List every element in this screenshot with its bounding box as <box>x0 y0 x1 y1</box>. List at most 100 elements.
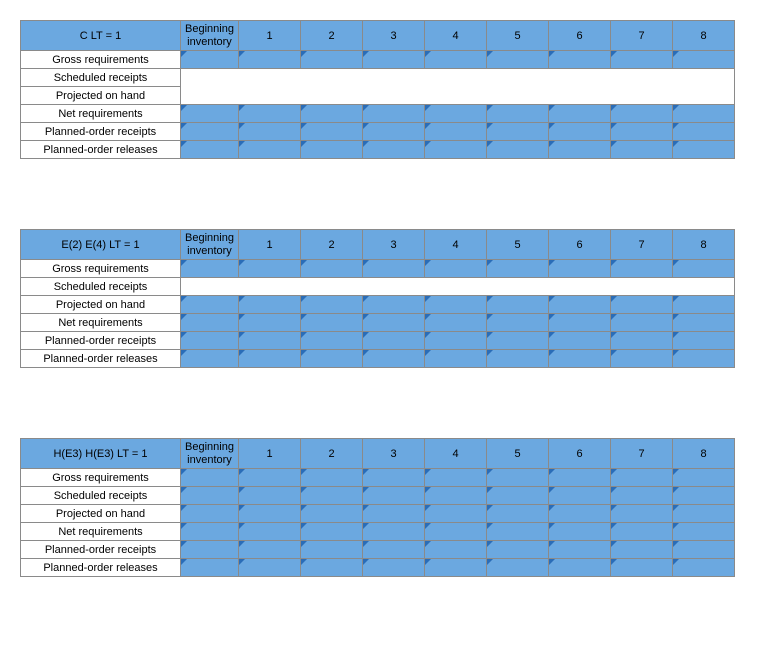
data-cell <box>487 350 549 368</box>
data-cell <box>611 296 673 314</box>
col-period: 4 <box>425 230 487 260</box>
data-cell <box>487 332 549 350</box>
data-cell <box>363 296 425 314</box>
data-cell <box>487 260 549 278</box>
data-cell <box>611 314 673 332</box>
col-period: 1 <box>239 439 301 469</box>
mrp-tables-container: C LT = 1Beginning inventory12345678Gross… <box>20 20 747 577</box>
data-cell <box>301 541 363 559</box>
data-cell <box>549 141 611 159</box>
data-cell <box>611 505 673 523</box>
data-cell <box>363 350 425 368</box>
data-cell <box>425 487 487 505</box>
row-label: Gross requirements <box>21 469 181 487</box>
col-period: 2 <box>301 21 363 51</box>
data-cell <box>487 141 549 159</box>
col-period: 8 <box>673 230 735 260</box>
data-cell <box>301 296 363 314</box>
data-cell <box>673 51 735 69</box>
table-title: E(2) E(4) LT = 1 <box>21 230 181 260</box>
data-cell <box>611 541 673 559</box>
row-label: Net requirements <box>21 105 181 123</box>
data-cell <box>301 505 363 523</box>
merged-blank-area <box>181 69 735 105</box>
data-cell <box>181 469 239 487</box>
data-cell <box>301 350 363 368</box>
data-cell <box>611 487 673 505</box>
data-cell <box>487 51 549 69</box>
col-period: 5 <box>487 439 549 469</box>
data-cell <box>301 469 363 487</box>
data-cell <box>181 141 239 159</box>
data-cell <box>611 105 673 123</box>
col-beginning-inventory: Beginning inventory <box>181 230 239 260</box>
data-cell <box>425 559 487 577</box>
data-cell <box>673 123 735 141</box>
col-period: 5 <box>487 230 549 260</box>
data-cell <box>487 314 549 332</box>
data-cell <box>425 332 487 350</box>
data-cell <box>549 123 611 141</box>
data-cell <box>487 505 549 523</box>
data-cell <box>363 141 425 159</box>
data-cell <box>425 260 487 278</box>
row-label: Gross requirements <box>21 260 181 278</box>
data-cell <box>363 487 425 505</box>
data-cell <box>425 296 487 314</box>
data-cell <box>239 296 301 314</box>
col-period: 6 <box>549 21 611 51</box>
data-cell <box>181 559 239 577</box>
data-cell <box>549 314 611 332</box>
data-cell <box>673 296 735 314</box>
data-cell <box>425 314 487 332</box>
data-cell <box>487 469 549 487</box>
data-cell <box>301 332 363 350</box>
data-cell <box>239 105 301 123</box>
data-cell <box>673 141 735 159</box>
data-cell <box>239 51 301 69</box>
row-label: Scheduled receipts <box>21 69 181 87</box>
data-cell <box>181 51 239 69</box>
data-cell <box>611 469 673 487</box>
data-cell <box>549 487 611 505</box>
data-cell <box>487 523 549 541</box>
data-cell <box>549 350 611 368</box>
row-label: Gross requirements <box>21 51 181 69</box>
data-cell <box>673 523 735 541</box>
data-cell <box>549 260 611 278</box>
data-cell <box>363 523 425 541</box>
data-cell <box>181 350 239 368</box>
col-period: 8 <box>673 439 735 469</box>
data-cell <box>181 123 239 141</box>
data-cell <box>487 123 549 141</box>
data-cell <box>363 332 425 350</box>
col-period: 3 <box>363 230 425 260</box>
col-period: 7 <box>611 21 673 51</box>
row-label: Planned-order receipts <box>21 123 181 141</box>
data-cell <box>301 105 363 123</box>
data-cell <box>181 332 239 350</box>
data-cell <box>239 141 301 159</box>
col-period: 5 <box>487 21 549 51</box>
data-cell <box>181 505 239 523</box>
data-cell <box>181 260 239 278</box>
data-cell <box>611 51 673 69</box>
data-cell <box>487 105 549 123</box>
col-beginning-inventory: Beginning inventory <box>181 439 239 469</box>
mrp-table: C LT = 1Beginning inventory12345678Gross… <box>20 20 735 159</box>
data-cell <box>549 469 611 487</box>
col-period: 7 <box>611 230 673 260</box>
data-cell <box>363 105 425 123</box>
col-period: 8 <box>673 21 735 51</box>
row-label: Projected on hand <box>21 87 181 105</box>
data-cell <box>549 51 611 69</box>
row-label: Net requirements <box>21 314 181 332</box>
data-cell <box>239 260 301 278</box>
data-cell <box>673 559 735 577</box>
merged-blank-area <box>181 278 735 296</box>
data-cell <box>181 296 239 314</box>
data-cell <box>363 559 425 577</box>
data-cell <box>239 559 301 577</box>
data-cell <box>487 296 549 314</box>
data-cell <box>549 523 611 541</box>
